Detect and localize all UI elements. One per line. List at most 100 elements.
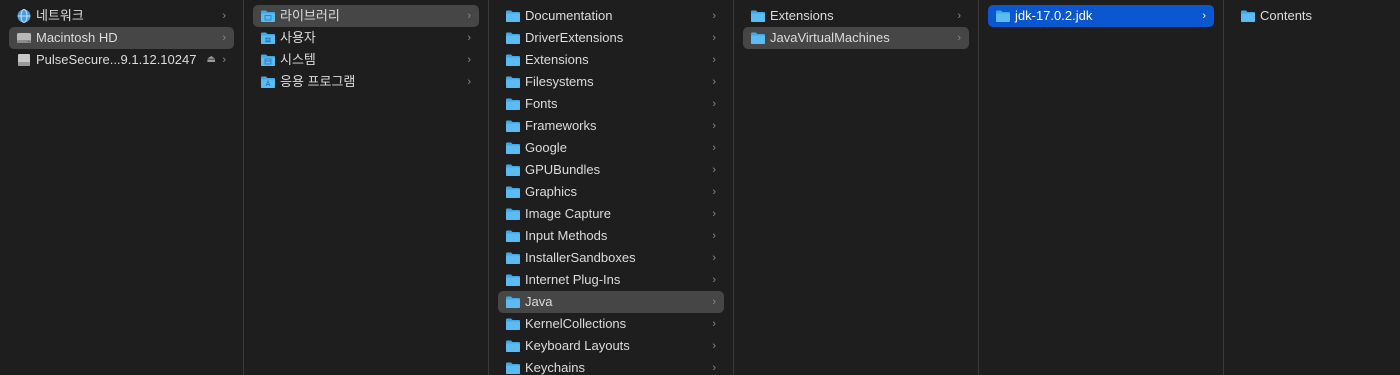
column-jdk[interactable]: Contents	[1224, 0, 1400, 375]
folder-item[interactable]: Input Methods ›	[498, 225, 724, 247]
folder-item[interactable]: Frameworks ›	[498, 115, 724, 137]
chevron-right-icon: ›	[222, 10, 226, 22]
folder-item[interactable]: Filesystems ›	[498, 71, 724, 93]
chevron-right-icon: ›	[712, 318, 716, 330]
chevron-right-icon: ›	[712, 164, 716, 176]
location-label: Macintosh HD	[36, 30, 118, 45]
folder-label: Filesystems	[525, 74, 594, 89]
column-java[interactable]: Extensions › JavaVirtualMachines ›	[734, 0, 979, 375]
folder-label: JavaVirtualMachines	[770, 30, 890, 45]
folder-label: Input Methods	[525, 228, 608, 243]
column-library[interactable]: Documentation › DriverExtensions › Extension…	[489, 0, 734, 375]
folder-icon	[750, 9, 766, 23]
folder-item[interactable]: Google ›	[498, 137, 724, 159]
disk-image-icon	[16, 53, 32, 67]
folder-item[interactable]: Java ›	[498, 291, 724, 313]
chevron-right-icon: ›	[712, 98, 716, 110]
system-folder-icon	[260, 53, 276, 67]
folder-applications[interactable]: 응용 프로그램 ›	[253, 71, 479, 93]
chevron-right-icon: ›	[712, 186, 716, 198]
folder-item[interactable]: Internet Plug-Ins ›	[498, 269, 724, 291]
folder-item[interactable]: Contents	[1233, 5, 1391, 27]
folder-item[interactable]: KernelCollections ›	[498, 313, 724, 335]
applications-folder-icon	[260, 75, 276, 89]
chevron-right-icon: ›	[467, 54, 471, 66]
folder-label: 라이브러리	[280, 8, 340, 23]
folder-item[interactable]: GPUBundles ›	[498, 159, 724, 181]
chevron-right-icon: ›	[957, 10, 961, 22]
chevron-right-icon: ›	[712, 208, 716, 220]
folder-label: Contents	[1260, 8, 1313, 23]
folder-icon	[505, 163, 521, 177]
folder-item[interactable]: Documentation ›	[498, 5, 724, 27]
chevron-right-icon: ›	[712, 252, 716, 264]
folder-icon	[505, 141, 521, 155]
folder-label: 사용자	[280, 30, 316, 45]
folder-icon	[505, 53, 521, 67]
folder-icon	[505, 97, 521, 111]
folder-label: DriverExtensions	[525, 30, 624, 45]
column-locations[interactable]: 네트워크 › Macintosh HD › PulseSecure...9.1.…	[0, 0, 244, 375]
folder-icon	[260, 9, 276, 23]
folder-item[interactable]: Extensions ›	[498, 49, 724, 71]
folder-icon	[505, 361, 521, 375]
folder-label: Graphics	[525, 184, 578, 199]
location-network[interactable]: 네트워크 ›	[9, 5, 234, 27]
chevron-right-icon: ›	[712, 32, 716, 44]
eject-icon[interactable]: ⏏	[207, 49, 216, 71]
chevron-right-icon: ›	[712, 362, 716, 374]
folder-library[interactable]: 라이브러리 ›	[253, 5, 479, 27]
folder-item[interactable]: Graphics ›	[498, 181, 724, 203]
folder-icon	[505, 229, 521, 243]
location-pulsesecure-volume[interactable]: PulseSecure...9.1.12.10247 ⏏ ›	[9, 49, 234, 71]
folder-users[interactable]: 사용자 ›	[253, 27, 479, 49]
folder-icon	[505, 251, 521, 265]
finder-column-browser: 네트워크 › Macintosh HD › PulseSecure...9.1.…	[0, 0, 1400, 375]
folder-label: Google	[525, 140, 567, 155]
chevron-right-icon: ›	[467, 32, 471, 44]
chevron-right-icon: ›	[222, 32, 226, 44]
chevron-right-icon: ›	[1202, 10, 1206, 22]
folder-item[interactable]: InstallerSandboxes ›	[498, 247, 724, 269]
folder-label: Java	[525, 294, 553, 309]
folder-label: Frameworks	[525, 118, 597, 133]
folder-label: Documentation	[525, 8, 613, 23]
folder-label: InstallerSandboxes	[525, 250, 636, 265]
folder-item[interactable]: Fonts ›	[498, 93, 724, 115]
folder-icon	[750, 31, 766, 45]
folder-item[interactable]: JavaVirtualMachines ›	[743, 27, 969, 49]
folder-system[interactable]: 시스템 ›	[253, 49, 479, 71]
folder-label: Keyboard Layouts	[525, 338, 630, 353]
folder-icon	[505, 75, 521, 89]
folder-label: Image Capture	[525, 206, 611, 221]
folder-label: Internet Plug-Ins	[525, 272, 621, 287]
folder-item[interactable]: Image Capture ›	[498, 203, 724, 225]
folder-item[interactable]: Keychains ›	[498, 357, 724, 375]
folder-label: 시스템	[280, 52, 316, 67]
folder-icon	[505, 119, 521, 133]
hard-drive-icon	[16, 31, 32, 45]
folder-label: KernelCollections	[525, 316, 627, 331]
chevron-right-icon: ›	[712, 274, 716, 286]
folder-icon	[505, 295, 521, 309]
column-macintosh-hd[interactable]: 라이브러리 › 사용자 › 시스템 › 응용 프로그램 ›	[244, 0, 489, 375]
column-javavirtualmachines[interactable]: jdk-17.0.2.jdk ›	[979, 0, 1224, 375]
folder-label: Fonts	[525, 96, 558, 111]
folder-label: jdk-17.0.2.jdk	[1015, 8, 1093, 23]
location-macintosh-hd[interactable]: Macintosh HD ›	[9, 27, 234, 49]
chevron-right-icon: ›	[222, 54, 226, 66]
location-label: PulseSecure...9.1.12.10247	[36, 52, 197, 67]
chevron-right-icon: ›	[712, 54, 716, 66]
folder-item[interactable]: DriverExtensions ›	[498, 27, 724, 49]
folder-item[interactable]: jdk-17.0.2.jdk ›	[988, 5, 1214, 27]
folder-icon	[505, 339, 521, 353]
location-label: 네트워크	[36, 8, 84, 23]
folder-icon	[505, 207, 521, 221]
folder-item[interactable]: Extensions ›	[743, 5, 969, 27]
folder-icon	[505, 273, 521, 287]
network-globe-icon	[16, 9, 32, 23]
folder-icon	[1240, 9, 1256, 23]
folder-item[interactable]: Keyboard Layouts ›	[498, 335, 724, 357]
folder-label: Keychains	[525, 360, 585, 375]
chevron-right-icon: ›	[712, 76, 716, 88]
